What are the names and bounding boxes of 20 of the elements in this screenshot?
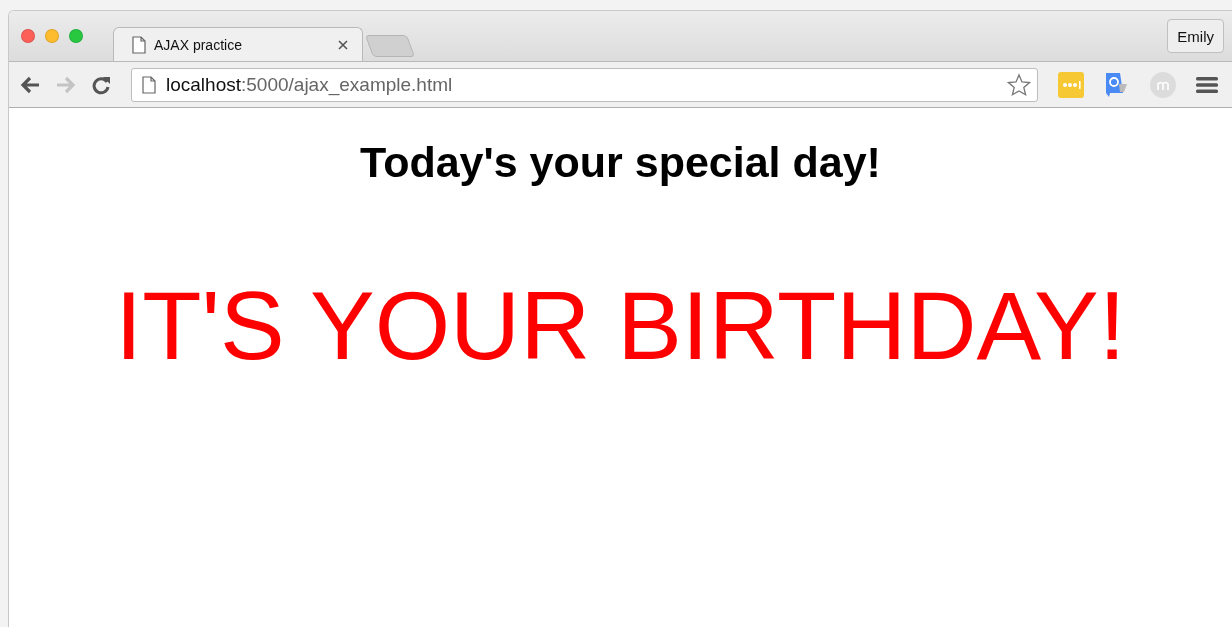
address-bar[interactable]: localhost:5000/ajax_example.html	[131, 67, 1038, 102]
close-window-button[interactable]	[21, 29, 35, 43]
password-manager-icon[interactable]	[1058, 71, 1084, 98]
minimize-window-button[interactable]	[45, 29, 59, 43]
menu-icon[interactable]	[1196, 75, 1218, 94]
tab-title: AJAX practice	[154, 36, 243, 53]
page-heading: Today's your special day!	[360, 138, 881, 187]
birthday-message: IT'S YOUR BIRTHDAY!	[115, 277, 1126, 374]
page-icon	[132, 35, 146, 54]
page-icon	[142, 75, 156, 94]
new-tab-button[interactable]	[365, 35, 415, 57]
translate-icon[interactable]	[1104, 71, 1130, 98]
close-icon[interactable]	[338, 39, 348, 50]
url-text: localhost:5000/ajax_example.html	[166, 73, 454, 96]
reload-button[interactable]	[91, 74, 111, 95]
back-button[interactable]	[19, 74, 41, 95]
profile-button[interactable]: Emily	[1167, 19, 1224, 53]
browser-tab[interactable]: AJAX practice	[113, 27, 363, 61]
zoom-window-button[interactable]	[69, 29, 83, 43]
star-icon[interactable]	[1007, 72, 1031, 97]
